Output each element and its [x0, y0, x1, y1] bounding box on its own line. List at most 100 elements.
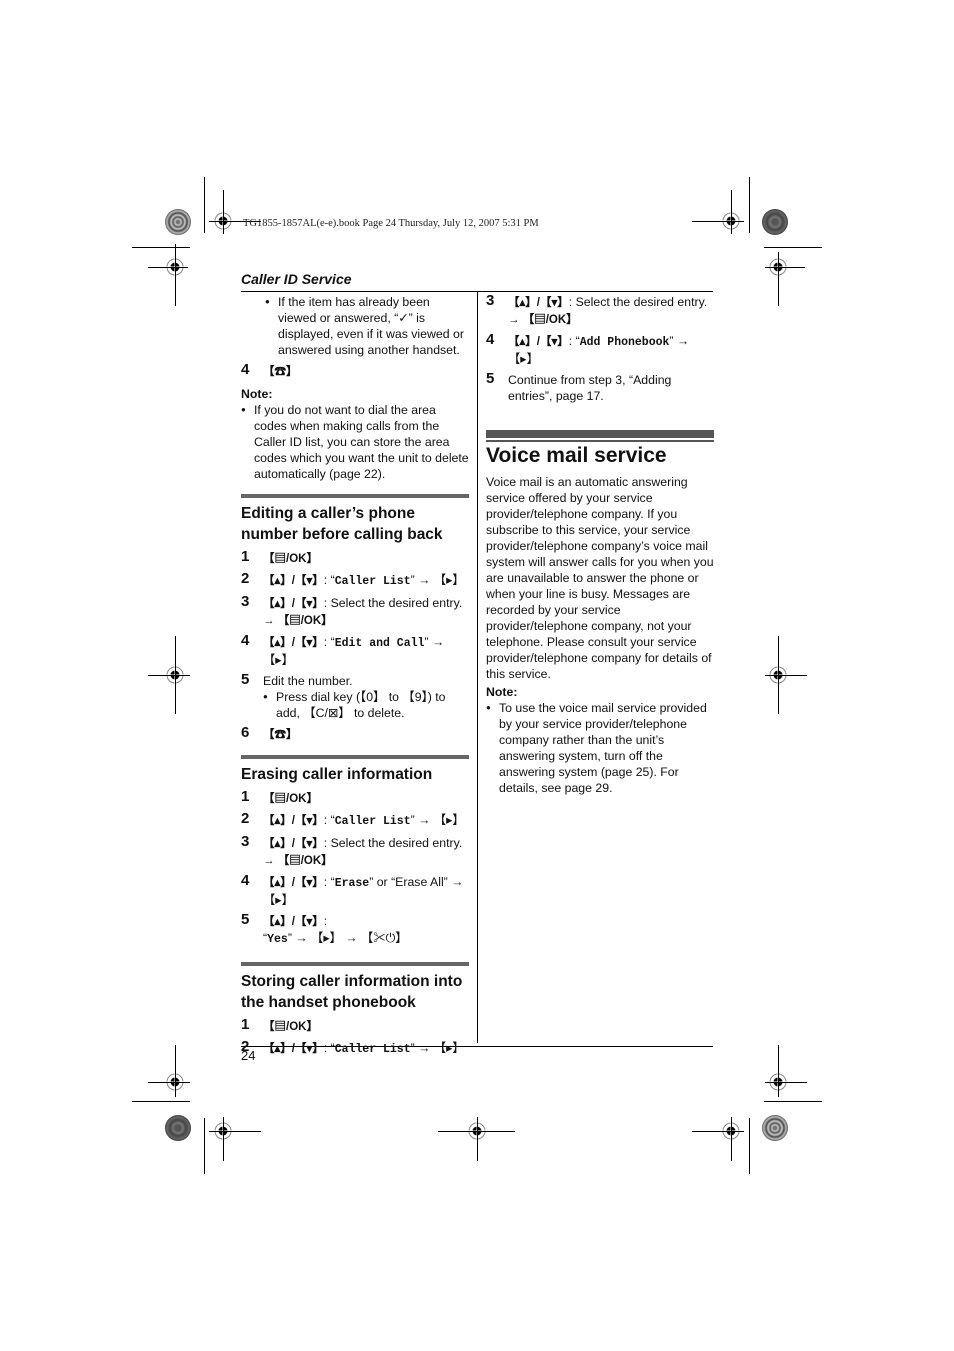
step-number: 4: [241, 361, 250, 378]
step: 5 Edit the number. Press dial key (【0】 to…: [241, 671, 469, 721]
step: 2 【▴】/【▾】: “Caller List” → 【▸】: [241, 1038, 469, 1058]
step-text: : “: [323, 1041, 335, 1055]
display-text: Caller List: [334, 575, 411, 588]
display-text: Erase: [334, 877, 370, 890]
note-label: Note:: [241, 387, 273, 401]
crop-mark: [749, 177, 750, 233]
section-bar: [241, 494, 469, 498]
step-text: Edit the number.: [263, 674, 353, 688]
note-bullet: If you do not want to dial the area code…: [241, 402, 469, 482]
section-title-erasing: Erasing caller information: [241, 766, 433, 783]
reg-line: [765, 675, 807, 676]
step-number: 1: [241, 548, 250, 565]
step: 2 【▴】/【▾】: “Caller List” → 【▸】: [241, 810, 469, 830]
up-down-key: 【▴】/【▾】: [508, 297, 569, 309]
reg-line: [477, 1117, 478, 1161]
up-down-key: 【▴】/【▾】: [263, 815, 324, 827]
step: 6 【☎】: [241, 724, 469, 743]
reg-line: [765, 1082, 807, 1083]
section-bar: [241, 962, 469, 966]
reg-line: [692, 1131, 744, 1132]
step-number: 3: [241, 833, 250, 850]
display-text: Caller List: [334, 1043, 411, 1056]
left-column: If the item has already been viewed or a…: [241, 293, 469, 1058]
step: 1 【▤/OK】: [241, 788, 469, 807]
step-number: 4: [241, 872, 250, 889]
reg-line: [778, 1045, 779, 1097]
step-tail: ” → 【▸】: [410, 573, 465, 587]
step-text: : “: [323, 573, 335, 587]
step-number: 5: [241, 671, 250, 688]
reg-line: [778, 252, 779, 306]
reg-line: [731, 1117, 732, 1161]
step: 5 Continue from step 3, “Adding entries”,…: [486, 370, 714, 404]
step-number: 3: [486, 292, 495, 309]
display-text: Yes: [267, 933, 288, 946]
crop-mark: [764, 247, 822, 248]
erasing-steps: 1 【▤/OK】 2 【▴】/【▾】: “Caller List” → 【▸】 3 【…: [241, 788, 469, 948]
step-number: 1: [241, 788, 250, 805]
step-text: : “: [323, 635, 335, 649]
voice-mail-body: Voice mail is an automatic answering ser…: [486, 475, 714, 681]
step-text: : Select the desired entry.: [323, 836, 463, 850]
color-bar-disc-icon: [762, 1115, 788, 1141]
reg-line: [778, 636, 779, 714]
step: 3 【▴】/【▾】: Select the desired entry. → 【▤/…: [241, 593, 469, 629]
step-number: 2: [241, 810, 250, 827]
up-down-key: 【▴】/【▾】: [263, 1043, 324, 1055]
step: 1 【▤/OK】: [241, 548, 469, 567]
step-number: 6: [241, 724, 250, 741]
note-label: Note:: [486, 685, 518, 699]
reg-line: [175, 636, 176, 714]
step: 4 【▴】/【▾】: “Erase” or “Erase All” → 【▸】: [241, 872, 469, 908]
display-text: Caller List: [334, 815, 411, 828]
step-tail: ” → 【▸】 → 【✂⏻】: [287, 931, 408, 945]
reg-line: [175, 1045, 176, 1097]
step-tail: → 【▤/OK】: [263, 615, 333, 627]
up-down-key: 【▴】/【▾】: [263, 916, 324, 928]
reg-line: [209, 1131, 261, 1132]
crop-mark: [764, 1101, 822, 1102]
up-down-key: 【▴】/【▾】: [263, 877, 324, 889]
step-tail: → 【▤/OK】: [508, 314, 578, 326]
step-text: Continue from step 3, “Adding entries”, …: [508, 373, 672, 403]
step-number: 5: [486, 370, 495, 387]
step-text: : “: [323, 875, 335, 889]
step-number: 3: [241, 593, 250, 610]
editing-steps: 1 【▤/OK】 2 【▴】/【▾】: “Caller List” → 【▸】 3 【…: [241, 548, 469, 743]
step-tail: → 【▤/OK】: [263, 855, 333, 867]
reg-line: [223, 190, 224, 234]
section-title-voice-mail: Voice mail service: [486, 444, 667, 467]
reg-line: [175, 244, 176, 306]
display-text: Add Phonebook: [579, 336, 670, 349]
reg-line: [692, 221, 744, 222]
crop-mark: [132, 1101, 190, 1102]
reg-line: [148, 675, 190, 676]
section-title-storing: Storing caller information into the hand…: [241, 973, 463, 1011]
section-bar: [486, 430, 714, 440]
up-down-key: 【▴】/【▾】: [263, 575, 324, 587]
crop-mark: [204, 177, 205, 233]
column-divider: [477, 291, 478, 1043]
up-down-key: 【▴】/【▾】: [263, 838, 324, 850]
running-head: Caller ID Service: [241, 271, 352, 287]
step-number: 4: [486, 331, 495, 348]
crop-mark: [132, 247, 190, 248]
menu-ok-key: 【▤/OK】: [263, 1021, 318, 1033]
crop-mark: [204, 1118, 205, 1174]
step-number: 2: [241, 1038, 250, 1055]
talk-key-icon: 【☎】: [263, 366, 298, 378]
talk-key-icon: 【☎】: [263, 729, 298, 741]
reg-line: [765, 267, 805, 268]
step-bullet: Press dial key (【0】 to 【9】) to add, 【C/⊠…: [263, 689, 469, 721]
up-down-key: 【▴】/【▾】: [508, 336, 569, 348]
storing-steps: 1 【▤/OK】 2 【▴】/【▾】: “Caller List” → 【▸】: [241, 1017, 469, 1058]
step-number: 4: [241, 632, 250, 649]
step: 4 【▴】/【▾】: “Edit and Call” → 【▸】: [241, 632, 469, 668]
step-number: 2: [241, 570, 250, 587]
step: 5 【▴】/【▾】: “Yes” → 【▸】 → 【✂⏻】: [241, 912, 469, 948]
step-tail: ” → 【▸】: [410, 813, 465, 827]
step: 4 【▴】/【▾】: “Add Phonebook” → 【▸】: [486, 331, 714, 367]
print-slug: TG1855-1857AL(e-e).book Page 24 Thursday…: [243, 218, 539, 229]
step-text: : Select the desired entry.: [323, 596, 463, 610]
